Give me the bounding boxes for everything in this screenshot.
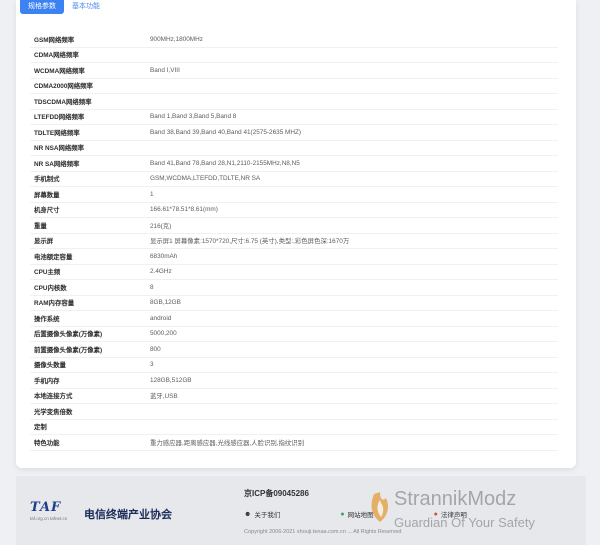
watermark-logo-icon [371, 492, 388, 522]
spec-value: 重力感应器,距离感应器,光线感应器,人脸识别,指纹识别 [150, 439, 305, 447]
spec-row: 摄像头数量 3 [30, 358, 558, 373]
spec-label: 显示屏 [34, 238, 54, 246]
spec-row: 光学变焦倍数 [30, 404, 558, 420]
spec-row: 操作系统 android [30, 311, 558, 327]
spec-label: GSM网络频率 [34, 36, 75, 44]
spec-row: 屏幕数量 1 [30, 187, 558, 203]
spec-row: 手机内存 128GB,512GB [30, 373, 558, 389]
spec-row: 本地连接方式 蓝牙,USB [30, 389, 558, 404]
about-us-label: 关于我们 [254, 512, 281, 519]
spec-row: 重量 216(克) [30, 218, 558, 234]
spec-row: 电池额定容量 6830mAh [30, 249, 558, 265]
people-icon: ☻ [244, 510, 252, 518]
spec-row: LTEFDD网络频率 Band 1,Band 3,Band 5,Band 8 [30, 110, 558, 125]
spec-label: 后置摄像头像素(万像素) [34, 331, 103, 339]
spec-label: NR NSA网络频率 [34, 145, 85, 153]
spec-value: 显示屏1 屏幕像素:1570*720,尺寸:6.75 (英寸),类型:,彩色屏色… [150, 238, 350, 246]
spec-value: 3 [150, 361, 154, 369]
spec-value: 1 [150, 190, 154, 198]
spec-row: NR SA网络频率 Band 41,Band 78,Band 28,N1,2110… [30, 156, 558, 172]
logo-mark: TAF [30, 500, 62, 515]
spec-value: Band 41,Band 78,Band 28,N1,2110-2155MHz,… [150, 159, 300, 167]
spec-value: Band 38,Band 39,Band 40,Band 41(2575-263… [150, 128, 301, 136]
spec-label: 手机内存 [34, 377, 60, 385]
spec-label: 本地连接方式 [34, 393, 73, 401]
spec-label: 定制 [34, 424, 47, 432]
spec-value: 800 [150, 345, 161, 353]
spec-label: TDLTE网络频率 [34, 129, 80, 137]
spec-row: 特色功能 重力感应器,距离感应器,光线感应器,人脸识别,指纹识别 [30, 435, 558, 451]
spec-row: 定制 [30, 420, 558, 435]
spec-row: TDLTE网络频率 Band 38,Band 39,Band 40,Band 41… [30, 125, 558, 141]
spec-card: 规格参数 基本功能 GSM网络频率 900MHz,1800MHz CDMA网络频率 W… [16, 0, 576, 468]
logo-subtitle: taf.org.cn tafnet.cn [30, 516, 68, 521]
spec-row: 机身尺寸 166.61*78.51*8.61(mm) [30, 203, 558, 218]
spec-label: RAM内存容量 [34, 300, 75, 308]
spec-label: 特色功能 [34, 439, 60, 447]
spec-value: Band I,VIII [150, 66, 180, 74]
spec-label: 摄像头数量 [34, 362, 66, 370]
spec-row: RAM内存容量 8GB,12GB [30, 296, 558, 311]
spec-row: CPU内核数 8 [30, 280, 558, 296]
spec-value: 216(克) [150, 222, 172, 230]
spec-row: CPU主频 2.4GHz [30, 265, 558, 280]
tab-bar: 规格参数 基本功能 [20, 0, 108, 14]
tab-specs[interactable]: 规格参数 [20, 0, 64, 14]
spec-value: 8GB,12GB [150, 299, 181, 307]
spec-value: 166.61*78.51*8.61(mm) [150, 206, 218, 214]
tab-basic-functions[interactable]: 基本功能 [64, 0, 108, 14]
spec-label: 前置摄像头像素(万像素) [34, 346, 103, 354]
spec-row: 显示屏 显示屏1 屏幕像素:1570*720,尺寸:6.75 (英寸),类型:,彩… [30, 234, 558, 249]
spec-value: Band 1,Band 3,Band 5,Band 8 [150, 113, 237, 121]
about-us-link[interactable]: ☻ 关于我们 [244, 509, 281, 520]
spec-value: 900MHz,1800MHz [150, 35, 203, 43]
spec-label: TDSCDMA网络频率 [34, 98, 92, 106]
spec-label: 重量 [34, 222, 47, 230]
spec-value: android [150, 314, 172, 322]
spec-value: 2.4GHz [150, 268, 172, 276]
spec-label: CPU内核数 [34, 284, 67, 292]
spec-label: CDMA2000网络频率 [34, 83, 93, 91]
spec-label: 屏幕数量 [34, 191, 60, 199]
spec-value: 8 [150, 283, 154, 291]
spec-label: 机身尺寸 [34, 207, 60, 215]
spec-value: 蓝牙,USB [150, 393, 178, 401]
spec-value: 5000,200 [150, 330, 177, 338]
spec-label: 操作系统 [34, 315, 60, 323]
watermark-tagline: Guardian Of Your Safety [394, 515, 535, 530]
watermark-title: StrannikModz [394, 488, 517, 510]
spec-value: 128GB,512GB [150, 376, 192, 384]
spec-row: 手机制式 GSM,WCDMA,LTEFDD,TDLTE,NR SA [30, 172, 558, 187]
taf-logo[interactable]: TAF taf.org.cn tafnet.cn [30, 500, 67, 521]
spec-row: TDSCDMA网络频率 [30, 94, 558, 110]
spec-value: 6830mAh [150, 252, 178, 260]
org-name: 电信终端产业协会 [84, 509, 172, 521]
spec-label: LTEFDD网络频率 [34, 114, 85, 122]
spec-row: 后置摄像头像素(万像素) 5000,200 [30, 327, 558, 342]
spec-label: CDMA网络频率 [34, 52, 79, 60]
spec-label: 电池额定容量 [34, 253, 73, 261]
spec-row: 前置摄像头像素(万像素) 800 [30, 342, 558, 358]
spec-row: CDMA2000网络频率 [30, 79, 558, 94]
spec-label: 光学变焦倍数 [34, 408, 73, 416]
spec-row: CDMA网络频率 [30, 48, 558, 63]
spec-value: GSM,WCDMA,LTEFDD,TDLTE,NR SA [150, 175, 261, 183]
spec-label: 手机制式 [34, 176, 60, 184]
spec-row: WCDMA网络频率 Band I,VIII [30, 63, 558, 79]
map-pin-icon: ● [340, 510, 345, 518]
spec-row: GSM网络频率 900MHz,1800MHz [30, 32, 558, 48]
spec-label: CPU主频 [34, 269, 61, 277]
spec-table: GSM网络频率 900MHz,1800MHz CDMA网络频率 WCDMA网络频率 Ba… [30, 32, 558, 451]
spec-row: NR NSA网络频率 [30, 141, 558, 156]
icp-number[interactable]: 京ICP备09045286 [244, 488, 309, 499]
watermark: StrannikModz Guardian Of Your Safety [368, 488, 600, 538]
spec-label: NR SA网络频率 [34, 160, 80, 168]
spec-label: WCDMA网络频率 [34, 67, 85, 75]
